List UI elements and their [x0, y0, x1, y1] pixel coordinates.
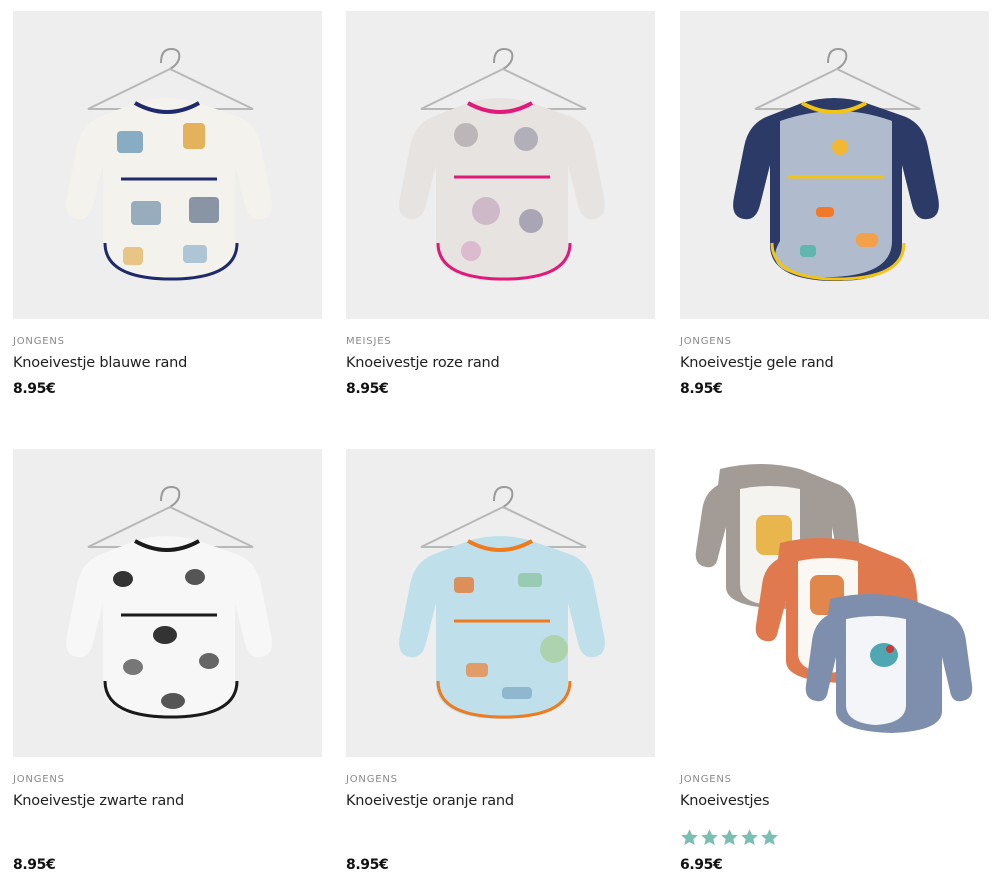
product-card[interactable]: JONGENS Knoeivestje oranje rand 8.95€ — [346, 449, 655, 873]
star-icon — [741, 829, 758, 846]
product-image[interactable] — [680, 449, 989, 757]
product-title[interactable]: Knoeivestjes — [680, 793, 770, 809]
product-card[interactable]: JONGENS Knoeivestje blauwe rand 8.95€ — [13, 11, 322, 397]
product-card[interactable]: JONGENS Knoeivestjes 6.95€ — [680, 449, 989, 873]
product-category: JONGENS — [346, 774, 398, 785]
product-grid: JONGENS Knoeivestje blauwe rand 8.95€ ME… — [0, 0, 1000, 888]
product-title[interactable]: Knoeivestje roze rand — [346, 355, 500, 371]
product-card[interactable]: MEISJES Knoeivestje roze rand 8.95€ — [346, 11, 655, 397]
product-price: 8.95€ — [13, 857, 56, 873]
star-icon — [761, 829, 778, 846]
product-category: MEISJES — [346, 336, 392, 347]
product-title[interactable]: Knoeivestje oranje rand — [346, 793, 514, 809]
bib-illustration — [66, 485, 272, 719]
product-image[interactable] — [346, 11, 655, 319]
product-category: JONGENS — [680, 336, 732, 347]
star-icon — [721, 829, 738, 846]
bib-illustration — [66, 47, 272, 281]
product-image[interactable] — [13, 11, 322, 319]
product-card[interactable]: JONGENS Knoeivestje zwarte rand 8.95€ — [13, 449, 322, 873]
product-card[interactable]: JONGENS Knoeivestje gele rand 8.95€ — [680, 11, 989, 397]
product-category: JONGENS — [13, 774, 65, 785]
bibs-set-illustration — [695, 464, 973, 733]
product-category: JONGENS — [680, 774, 732, 785]
star-icon — [681, 829, 698, 846]
product-image[interactable] — [346, 449, 655, 757]
product-title[interactable]: Knoeivestje blauwe rand — [13, 355, 187, 371]
product-title[interactable]: Knoeivestje gele rand — [680, 355, 834, 371]
bib-illustration — [399, 47, 605, 281]
product-image[interactable] — [13, 449, 322, 757]
bib-illustration — [733, 47, 939, 281]
product-price: 6.95€ — [680, 857, 723, 873]
product-rating — [680, 828, 779, 847]
bib-illustration — [399, 485, 605, 719]
product-price: 8.95€ — [346, 381, 389, 397]
product-title[interactable]: Knoeivestje zwarte rand — [13, 793, 184, 809]
product-price: 8.95€ — [680, 381, 723, 397]
product-price: 8.95€ — [346, 857, 389, 873]
star-icon — [701, 829, 718, 846]
product-image[interactable] — [680, 11, 989, 319]
product-category: JONGENS — [13, 336, 65, 347]
product-price: 8.95€ — [13, 381, 56, 397]
